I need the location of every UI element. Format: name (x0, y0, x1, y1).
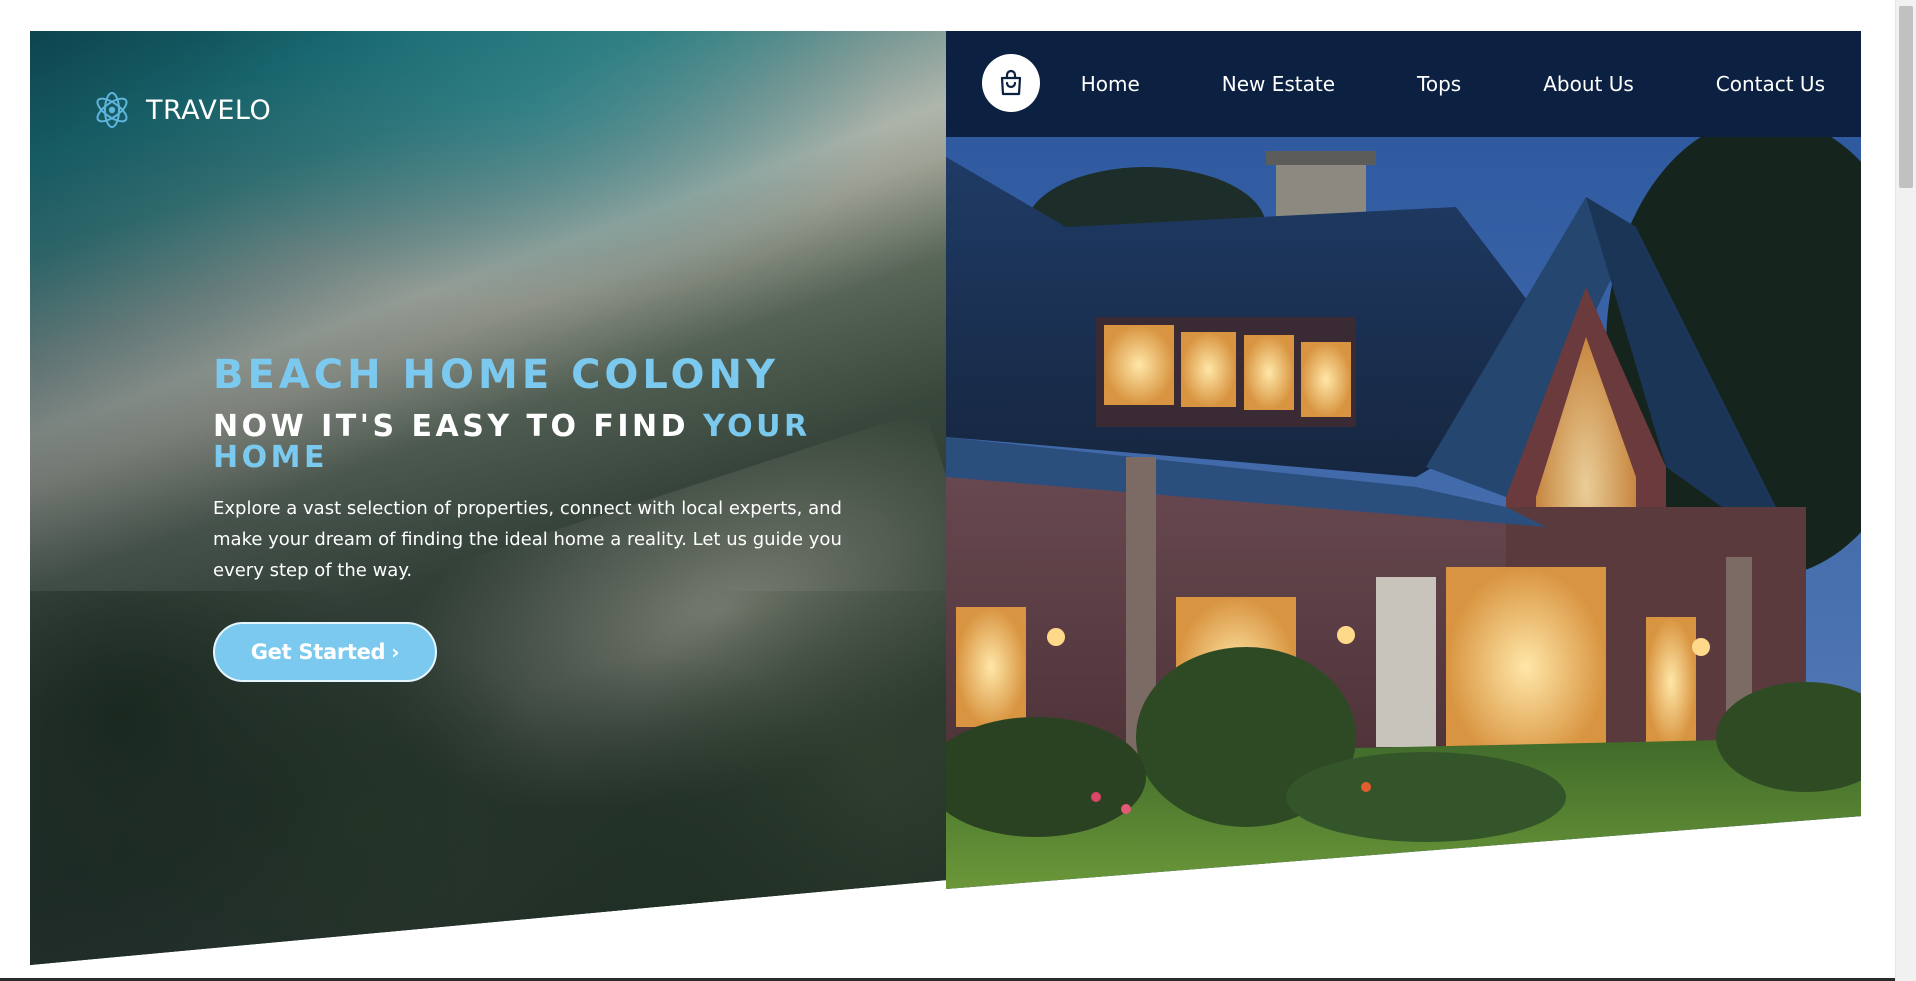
landing-page: TRAVELO BEACH HOME COLONY NOW IT'S EASY … (0, 0, 1916, 981)
hero-left-panel: TRAVELO BEACH HOME COLONY NOW IT'S EASY … (30, 31, 947, 965)
scrollbar-thumb[interactable] (1899, 6, 1913, 188)
hero-description: Explore a vast selection of properties, … (213, 498, 842, 581)
hero-right-panel (946, 31, 1861, 889)
hero-title: BEACH HOME COLONY (213, 352, 779, 398)
hero-subtitle: NOW IT'S EASY TO FIND YOUR HOME (213, 411, 833, 473)
nav-about-us[interactable]: About Us (1543, 72, 1634, 96)
atom-icon (96, 92, 128, 128)
hero-subtitle-main: NOW IT'S EASY TO FIND (213, 409, 704, 444)
shopping-bag-icon (1000, 69, 1022, 96)
cart-button[interactable] (982, 54, 1040, 112)
nav-contact-us[interactable]: Contact Us (1716, 72, 1825, 96)
nav-links: Home New Estate Tops About Us Contact Us (1081, 31, 1825, 137)
vertical-scrollbar[interactable] (1895, 0, 1916, 981)
hero-content: BEACH HOME COLONY NOW IT'S EASY TO FIND … (213, 351, 893, 682)
get-started-label: Get Started (250, 640, 386, 664)
get-started-button[interactable]: Get Started › (213, 622, 437, 682)
brand-logo[interactable]: TRAVELO (90, 88, 271, 132)
nav-tops[interactable]: Tops (1417, 72, 1461, 96)
nav-new-estate[interactable]: New Estate (1222, 72, 1335, 96)
chevron-right-icon: › (391, 640, 400, 664)
brand-name: TRAVELO (146, 94, 272, 126)
top-navbar: Home New Estate Tops About Us Contact Us (946, 31, 1861, 137)
house-image (946, 137, 1861, 889)
nav-home[interactable]: Home (1081, 72, 1140, 96)
